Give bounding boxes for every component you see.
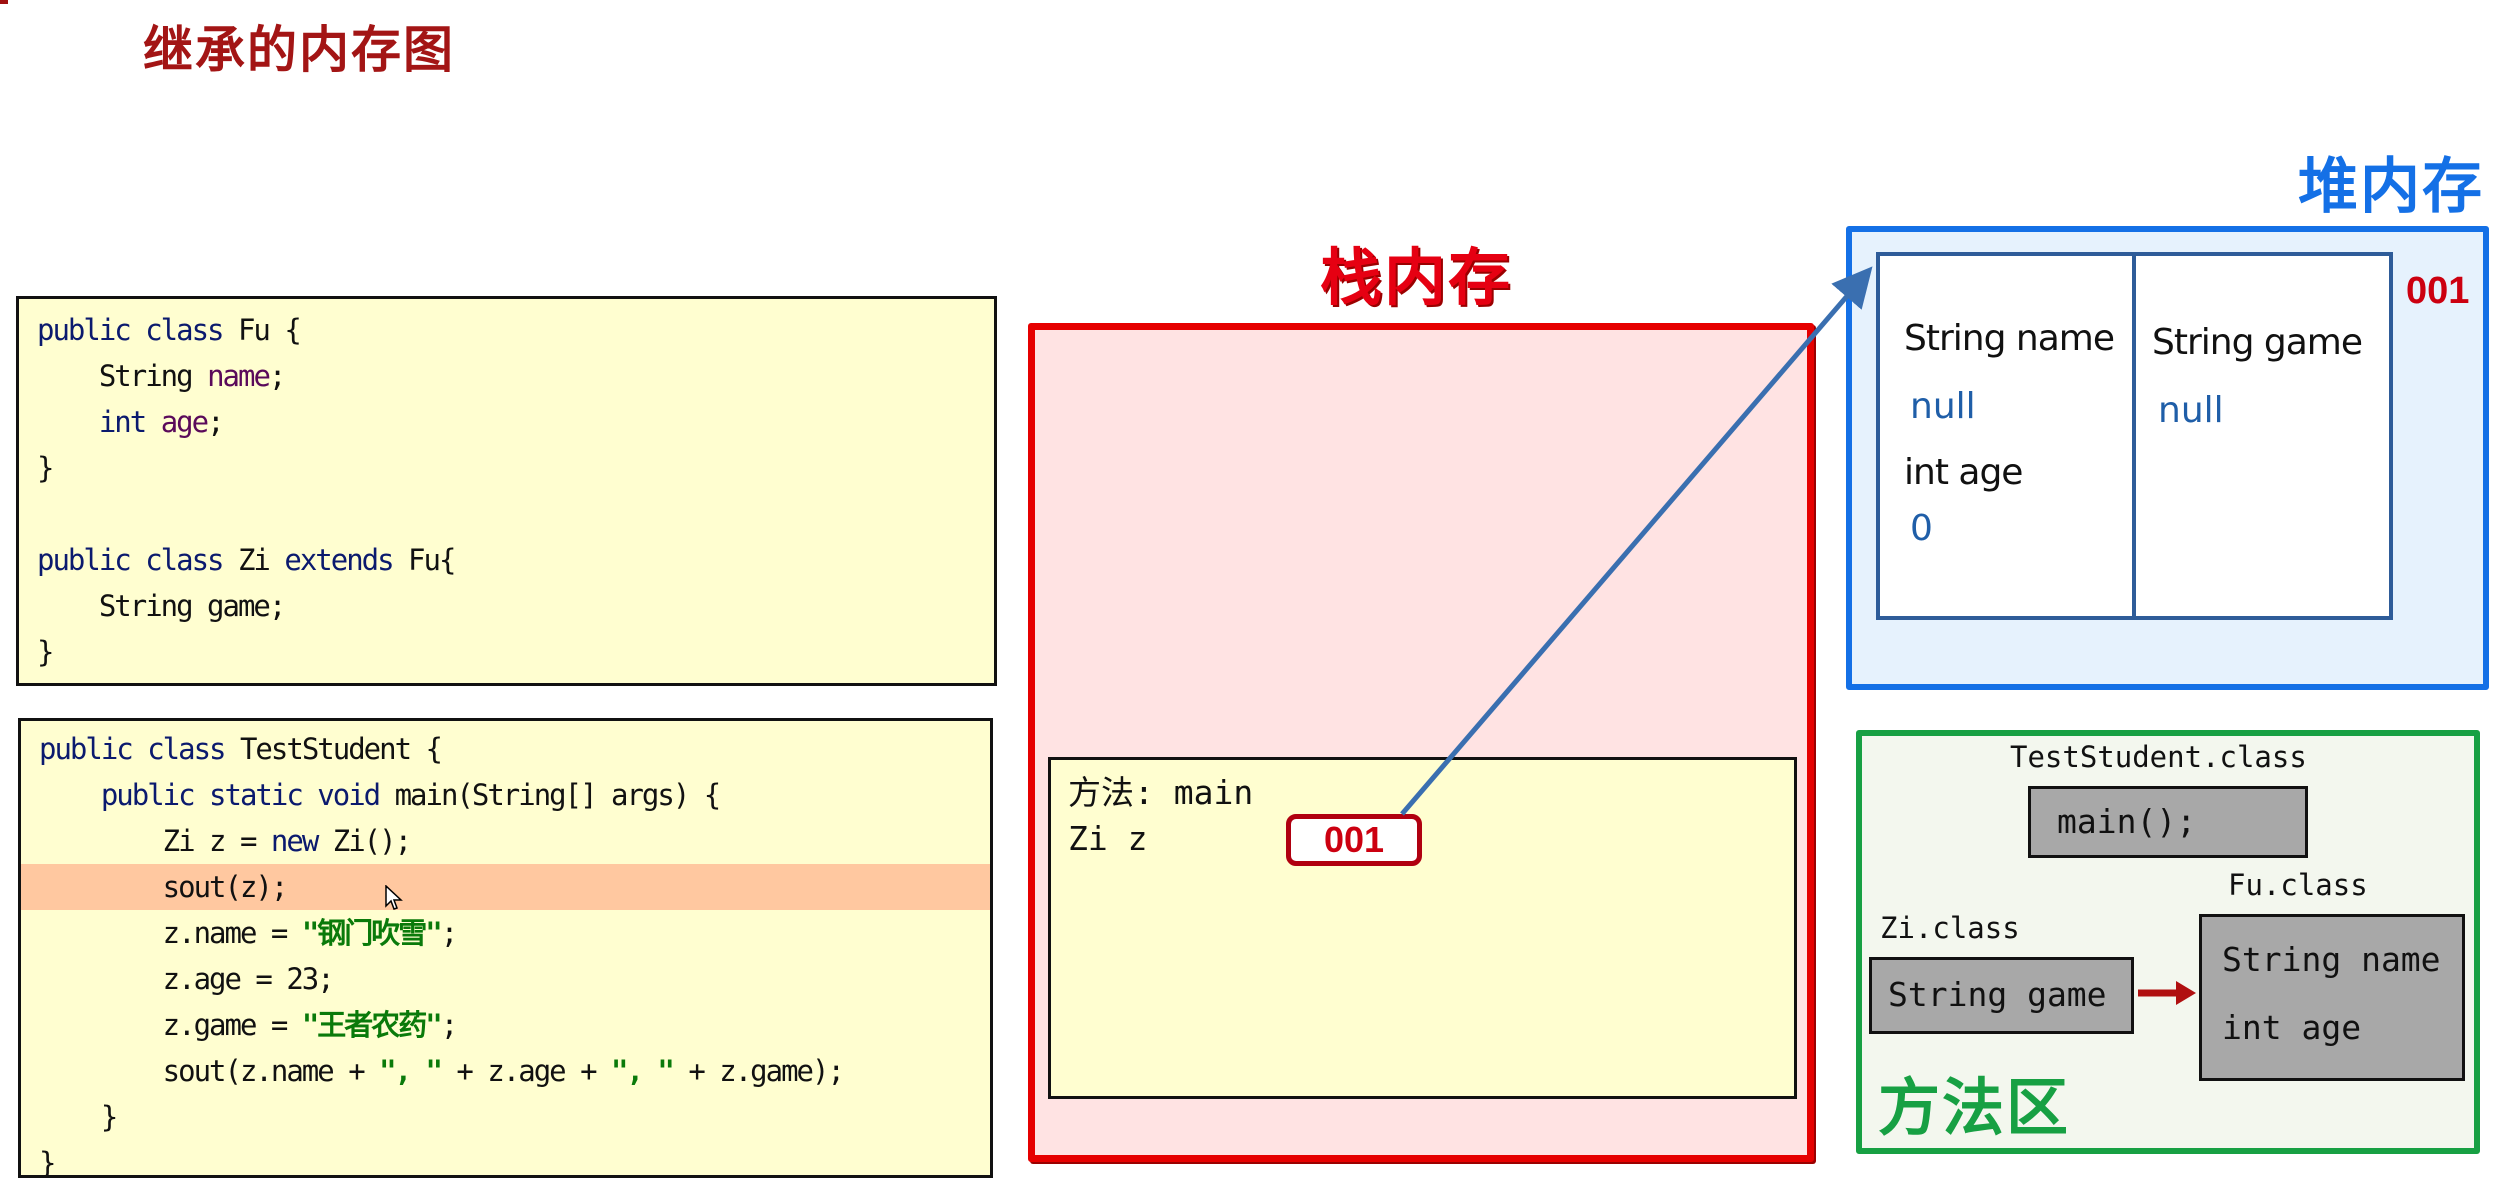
code-block-test-student: public class TestStudent { public static…	[18, 718, 993, 1180]
heap-field-game-value: null	[2158, 390, 2224, 431]
code-token: age	[160, 405, 209, 439]
code-line: }	[21, 1140, 990, 1186]
code-line: }	[21, 1094, 990, 1140]
code-line: public static void main(String[] args) {	[21, 772, 990, 818]
heap-field-age-value: 0	[1910, 508, 1933, 549]
code-token: ;	[268, 359, 287, 393]
code-line-highlighted: sout(z);	[21, 864, 990, 910]
code-token: ;	[207, 405, 225, 439]
frame-variable-label: Zi z	[1068, 819, 1148, 858]
code-token: }	[37, 635, 55, 669]
code-token: z.game =	[39, 1008, 302, 1042]
code-token: "钢门吹雪"	[301, 916, 443, 950]
code-line: Zi z = new Zi();	[21, 818, 990, 864]
code-token: }	[37, 451, 55, 485]
code-token: }	[39, 1100, 118, 1134]
heap-field-name-value: null	[1910, 386, 1976, 427]
code-token: sout(z);	[39, 870, 289, 904]
code-token: Zi	[222, 543, 285, 577]
code-token: Zi();	[317, 824, 412, 858]
test-student-class-label: TestStudent.class	[2010, 740, 2307, 774]
code-token: String game;	[37, 589, 287, 623]
code-token: new	[270, 824, 319, 858]
code-token: TestStudent {	[224, 732, 443, 766]
code-token: Zi z =	[39, 824, 271, 858]
code-token: name	[207, 359, 271, 393]
code-token: + z.game);	[672, 1054, 845, 1088]
code-line: sout(z.name + ", " + z.age + ", " + z.ga…	[21, 1048, 990, 1094]
code-token: "王者农药"	[301, 1008, 443, 1042]
code-token: Fu {	[222, 313, 302, 347]
heap-field-age-label: int age	[1904, 452, 2023, 493]
code-token: Fu{	[392, 543, 456, 577]
code-token: extends	[284, 543, 394, 577]
mouse-cursor-icon	[385, 885, 403, 910]
heap-object-divider	[2132, 252, 2136, 620]
code-token: z.age = 23;	[39, 962, 335, 996]
code-line: public class Zi extends Fu{	[19, 537, 994, 583]
code-line: public class Fu {	[19, 307, 994, 353]
code-token: public static void	[39, 778, 381, 812]
code-token: public class	[37, 313, 225, 347]
fu-class-label: Fu.class	[2228, 868, 2368, 902]
code-line: String game;	[19, 583, 994, 629]
zi-class-box: String game	[1869, 957, 2134, 1034]
code-line: z.name = "钢门吹雪";	[21, 910, 990, 956]
fu-field-name: String name	[2222, 940, 2441, 979]
code-token: int	[37, 405, 147, 439]
stack-memory-title: 栈内存	[1320, 241, 1513, 314]
code-token: }	[39, 1146, 57, 1180]
reference-address-badge: 001	[1286, 814, 1422, 866]
code-token: public class	[37, 543, 225, 577]
main-method-box: main();	[2028, 786, 2308, 858]
method-area-title: 方法区	[1878, 1071, 2071, 1144]
frame-method-label: 方法: main	[1068, 773, 1254, 812]
code-token: z.name =	[39, 916, 302, 950]
code-line: z.age = 23;	[21, 956, 990, 1002]
code-line: z.game = "王者农药";	[21, 1002, 990, 1048]
code-block-class-definitions: public class Fu { String name; int age;}…	[16, 296, 997, 686]
code-line: public class TestStudent {	[21, 726, 990, 772]
code-token: String	[37, 359, 208, 393]
code-line: }	[19, 445, 994, 491]
code-token: + z.age +	[440, 1054, 612, 1088]
code-token: main(String[] args) {	[379, 778, 722, 812]
fu-field-age: int age	[2222, 1008, 2362, 1047]
heap-object-address: 001	[2406, 270, 2470, 312]
page-title: 继承的内存图	[143, 21, 455, 79]
zi-class-label: Zi.class	[1880, 911, 2020, 945]
code-line: String name;	[19, 353, 994, 399]
code-token: ", "	[611, 1054, 675, 1088]
code-line: }	[19, 629, 994, 675]
heap-field-game-label: String game	[2152, 322, 2363, 363]
code-token: sout(z.name +	[39, 1054, 380, 1088]
code-token: public class	[39, 732, 227, 766]
code-line: int age;	[19, 399, 994, 445]
code-token: ;	[440, 916, 459, 950]
heap-field-name-label: String name	[1904, 318, 2115, 359]
code-token: ;	[440, 1008, 459, 1042]
corner-mark	[0, 0, 8, 4]
code-token: ", "	[379, 1054, 443, 1088]
heap-memory-title: 堆内存	[2298, 152, 2484, 222]
